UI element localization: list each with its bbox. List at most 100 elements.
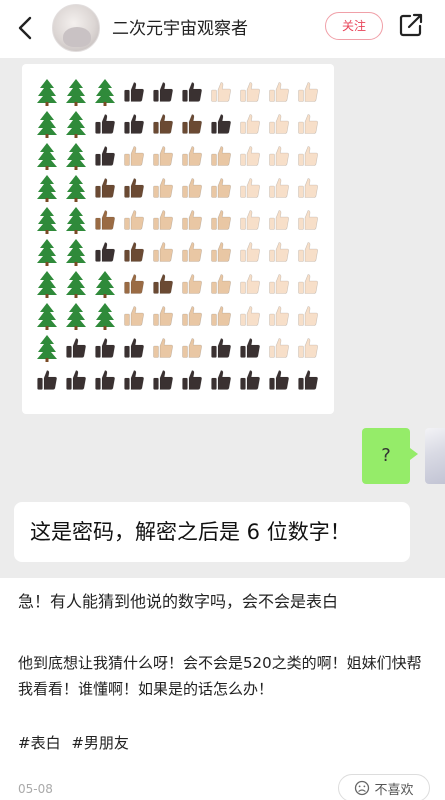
thumbs-up-icon — [90, 108, 119, 140]
evergreen-tree-icon — [90, 300, 119, 332]
thumbs-up-icon — [264, 268, 293, 300]
dislike-button[interactable]: 不喜欢 — [338, 774, 430, 800]
evergreen-tree-icon — [32, 300, 61, 332]
thumbs-up-icon — [235, 300, 264, 332]
emoji-grid — [32, 76, 322, 396]
question-bubble: ? — [362, 428, 418, 484]
thumbs-up-icon — [148, 332, 177, 364]
evergreen-tree-icon — [32, 108, 61, 140]
hashtag-link[interactable]: #男朋友 — [71, 734, 129, 752]
hashtag-link[interactable]: #表白 — [18, 734, 61, 752]
evergreen-tree-icon — [61, 76, 90, 108]
thumbs-up-icon — [90, 172, 119, 204]
evergreen-tree-icon — [32, 140, 61, 172]
caption-bubble: 这是密码，解密之后是 6 位数字！ — [14, 502, 410, 562]
dislike-label: 不喜欢 — [374, 782, 414, 798]
thumbs-up-icon — [148, 140, 177, 172]
evergreen-tree-icon — [61, 268, 90, 300]
thumbs-up-icon — [177, 364, 206, 396]
evergreen-tree-icon — [61, 204, 90, 236]
chat-avatar — [425, 428, 445, 484]
thumbs-up-icon — [235, 108, 264, 140]
thumbs-up-icon — [119, 300, 148, 332]
thumbs-up-icon — [235, 236, 264, 268]
thumbs-up-icon — [119, 108, 148, 140]
emoji-grid-card — [22, 64, 334, 414]
evergreen-tree-icon — [32, 76, 61, 108]
thumbs-up-icon — [148, 300, 177, 332]
evergreen-tree-icon — [32, 204, 61, 236]
thumbs-up-icon — [177, 204, 206, 236]
thumbs-up-icon — [148, 204, 177, 236]
thumbs-up-icon — [32, 364, 61, 396]
thumbs-up-icon — [119, 204, 148, 236]
thumbs-up-icon — [264, 172, 293, 204]
thumbs-up-icon — [293, 300, 322, 332]
thumbs-up-icon — [119, 140, 148, 172]
thumbs-up-icon — [119, 332, 148, 364]
thumbs-up-icon — [90, 236, 119, 268]
thumbs-up-icon — [206, 300, 235, 332]
thumbs-up-icon — [177, 236, 206, 268]
thumbs-up-icon — [264, 76, 293, 108]
thumbs-up-icon — [177, 76, 206, 108]
thumbs-up-icon — [90, 332, 119, 364]
evergreen-tree-icon — [32, 332, 61, 364]
thumbs-up-icon — [148, 236, 177, 268]
evergreen-tree-icon — [61, 236, 90, 268]
thumbs-up-icon — [148, 108, 177, 140]
thumbs-up-icon — [264, 108, 293, 140]
thumbs-up-icon — [148, 364, 177, 396]
sad-face-icon — [355, 780, 370, 796]
thumbs-up-icon — [264, 364, 293, 396]
thumbs-up-icon — [235, 204, 264, 236]
thumbs-up-icon — [148, 268, 177, 300]
post-title: 急！有人能猜到他说的数字吗，会不会是表白 — [18, 592, 339, 611]
author-name[interactable]: 二次元宇宙观察者 — [112, 14, 248, 39]
thumbs-up-icon — [148, 76, 177, 108]
thumbs-up-icon — [61, 332, 90, 364]
top-bar: 二次元宇宙观察者 关注 — [0, 0, 445, 58]
evergreen-tree-icon — [61, 140, 90, 172]
thumbs-up-icon — [206, 172, 235, 204]
tag-list: #表白 #男朋友 — [18, 732, 135, 753]
thumbs-up-icon — [206, 108, 235, 140]
thumbs-up-icon — [264, 204, 293, 236]
thumbs-up-icon — [119, 364, 148, 396]
evergreen-tree-icon — [61, 172, 90, 204]
share-icon[interactable] — [398, 12, 424, 38]
evergreen-tree-icon — [90, 76, 119, 108]
thumbs-up-icon — [293, 76, 322, 108]
thumbs-up-icon — [235, 268, 264, 300]
follow-button[interactable]: 关注 — [325, 12, 383, 40]
thumbs-up-icon — [235, 140, 264, 172]
thumbs-up-icon — [206, 140, 235, 172]
thumbs-up-icon — [235, 332, 264, 364]
thumbs-up-icon — [235, 76, 264, 108]
thumbs-up-icon — [293, 332, 322, 364]
thumbs-up-icon — [90, 364, 119, 396]
thumbs-up-icon — [235, 172, 264, 204]
thumbs-up-icon — [264, 236, 293, 268]
thumbs-up-icon — [206, 236, 235, 268]
post-body: 他到底想让我猜什么呀！会不会是520之类的啊！姐妹们快帮我看看！谁懂啊！如果是的… — [18, 654, 422, 698]
thumbs-up-icon — [264, 332, 293, 364]
thumbs-up-icon — [90, 204, 119, 236]
back-arrow-icon[interactable] — [14, 14, 38, 42]
thumbs-up-icon — [293, 140, 322, 172]
thumbs-up-icon — [206, 204, 235, 236]
thumbs-up-icon — [177, 172, 206, 204]
thumbs-up-icon — [293, 268, 322, 300]
thumbs-up-icon — [235, 364, 264, 396]
thumbs-up-icon — [177, 332, 206, 364]
author-avatar[interactable] — [52, 4, 100, 52]
post-image[interactable]: ? 这是密码，解密之后是 6 位数字！ — [0, 58, 445, 578]
thumbs-up-icon — [293, 204, 322, 236]
thumbs-up-icon — [293, 364, 322, 396]
thumbs-up-icon — [119, 236, 148, 268]
evergreen-tree-icon — [61, 108, 90, 140]
thumbs-up-icon — [177, 140, 206, 172]
thumbs-up-icon — [148, 172, 177, 204]
post-content: 急！有人能猜到他说的数字吗，会不会是表白 他到底想让我猜什么呀！会不会是520之… — [0, 578, 445, 800]
thumbs-up-icon — [61, 364, 90, 396]
